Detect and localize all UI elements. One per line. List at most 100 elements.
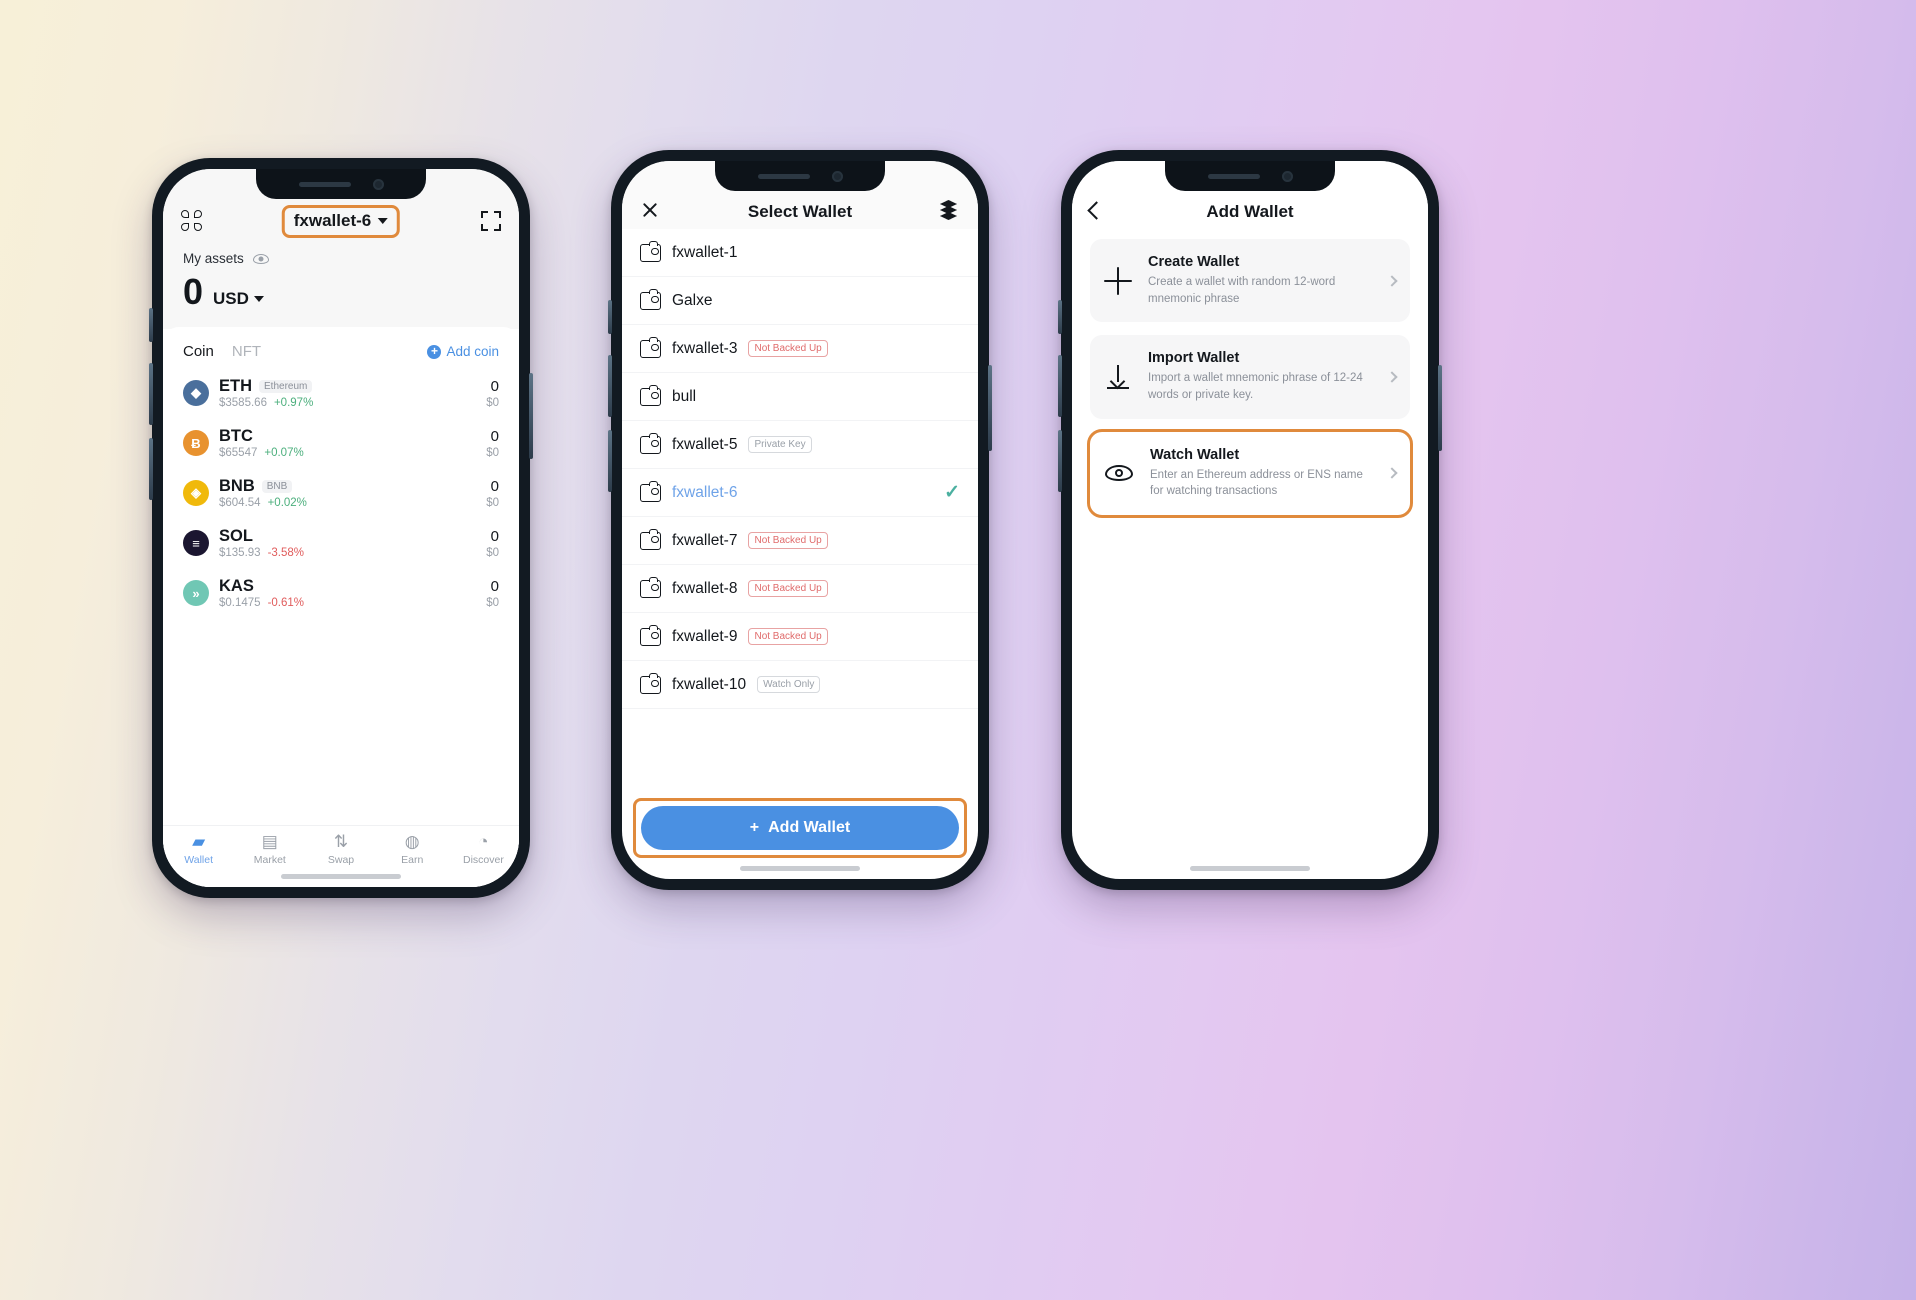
wallet-icon (640, 384, 661, 406)
nav-item-wallet[interactable]: ▰ Wallet (163, 833, 234, 887)
coin-info: KAS $0.1475 -0.61% (219, 577, 486, 609)
coin-logo-icon: ◆ (183, 380, 209, 406)
home-indicator (281, 874, 401, 879)
chevron-right-icon (1386, 371, 1398, 383)
coin-price: $65547 (219, 447, 258, 459)
wallet-list-item[interactable]: fxwallet-10 Watch Only (622, 661, 978, 709)
coin-list: ◆ ETH Ethereum $3585.66 +0.97% 0 $0 Ƀ BTC $65547 +… (163, 368, 519, 618)
wallet-list-item[interactable]: fxwallet-7 Not Backed Up (622, 517, 978, 565)
wallet-list-item[interactable]: fxwallet-8 Not Backed Up (622, 565, 978, 613)
coin-symbol: BNB (219, 477, 255, 495)
add-coin-label: Add coin (446, 344, 499, 359)
compass-icon: ◔ (478, 832, 489, 851)
screen-wallet-home: fxwallet-6 My assets 0 USD Coin NFT + Ad… (163, 169, 519, 887)
coin-logo-icon: Ƀ (183, 430, 209, 456)
coin-row[interactable]: Ƀ BTC $65547 +0.07% 0 $0 (163, 418, 519, 468)
wallet-icon: ▰ (192, 832, 206, 851)
wallet-list-item[interactable]: fxwallet-1 (622, 229, 978, 277)
coin-holdings: 0 $0 (486, 478, 499, 509)
option-title: Import Wallet (1148, 350, 1240, 367)
phone-notch (256, 169, 426, 199)
coin-row[interactable]: ≡ SOL $135.93 -3.58% 0 $0 (163, 518, 519, 568)
option-card-create-wallet[interactable]: Create Wallet Create a wallet with random… (1090, 239, 1410, 323)
coin-fiat-value: $0 (486, 396, 499, 409)
balance-row: 0 USD (163, 266, 519, 310)
coin-holdings: 0 $0 (486, 528, 499, 559)
wallet-tag: Not Backed Up (748, 340, 828, 357)
phone-side-button (149, 438, 153, 500)
phone-power-button (529, 373, 533, 459)
wallet-list-item[interactable]: fxwallet-3 Not Backed Up (622, 325, 978, 373)
assets-sheet: Coin NFT + Add coin ◆ ETH Ethereum $3585.66… (163, 327, 519, 887)
phone-mockup-add-wallet: Add Wallet Create Wallet Create a wallet … (1058, 150, 1442, 890)
coin-symbol: SOL (219, 527, 253, 545)
option-card-import-wallet[interactable]: Import Wallet Import a wallet mnemonic ph… (1090, 335, 1410, 419)
coin-symbol: BTC (219, 427, 253, 445)
notch-speaker (298, 181, 351, 187)
nav-label: Earn (401, 854, 424, 866)
coin-fiat-value: $0 (486, 546, 499, 559)
coin-amount: 0 (490, 577, 499, 595)
wallet-list-item[interactable]: fxwallet-9 Not Backed Up (622, 613, 978, 661)
wallet-name: fxwallet-1 (672, 243, 738, 261)
add-wallet-button[interactable]: + Add Wallet (641, 806, 959, 850)
nav-item-discover[interactable]: ◔ Discover (448, 833, 519, 887)
coin-fiat-value: $0 (486, 596, 499, 609)
chevron-right-icon (1386, 275, 1398, 287)
notch-camera (1281, 170, 1293, 182)
eye-icon[interactable] (252, 253, 269, 264)
wallet-name: fxwallet-3 (672, 339, 738, 357)
layers-icon[interactable] (938, 200, 960, 220)
wallet-list: fxwallet-1 Galxe fxwallet-3 Not Backed Up bu… (622, 229, 978, 709)
coin-logo-icon: » (183, 580, 209, 606)
my-assets-label: My assets (183, 251, 244, 266)
notch-camera (372, 178, 384, 190)
wallet-icon (640, 672, 661, 694)
wallet-name: fxwallet-10 (672, 675, 747, 693)
grid-menu-icon[interactable] (181, 210, 202, 231)
wallet-list-item[interactable]: fxwallet-5 Private Key (622, 421, 978, 469)
wallet-name-selector[interactable]: fxwallet-6 (281, 205, 401, 238)
coin-amount: 0 (490, 527, 499, 545)
coin-price: $3585.66 (219, 397, 267, 409)
coin-row[interactable]: » KAS $0.1475 -0.61% 0 $0 (163, 568, 519, 618)
asset-tabs: Coin NFT + Add coin (163, 327, 519, 368)
close-icon[interactable] (640, 200, 660, 220)
nav-label: Wallet (184, 854, 213, 866)
back-chevron-icon[interactable] (1087, 201, 1106, 220)
currency-selector[interactable]: USD (213, 289, 264, 309)
nav-label: Market (253, 854, 286, 866)
wallet-tag: Watch Only (757, 676, 821, 693)
home-indicator (740, 866, 860, 871)
coin-amount: 0 (490, 427, 499, 445)
add-wallet-options: Create Wallet Create a wallet with random… (1072, 229, 1428, 519)
phone-power-button (988, 365, 992, 451)
wallet-tag: Not Backed Up (748, 628, 828, 645)
coin-price-row: $65547 +0.07% (219, 447, 486, 459)
add-coin-button[interactable]: + Add coin (427, 344, 499, 359)
wallet-name: fxwallet-6 (672, 483, 738, 501)
wallet-icon (640, 624, 661, 646)
coin-symbol: KAS (219, 577, 254, 595)
tab-coin[interactable]: Coin (183, 343, 214, 360)
wallet-icon (640, 240, 661, 262)
coin-amount: 0 (490, 377, 499, 395)
coin-info: SOL $135.93 -3.58% (219, 527, 486, 559)
coin-price: $604.54 (219, 497, 261, 509)
coin-row[interactable]: ◆ ETH Ethereum $3585.66 +0.97% 0 $0 (163, 368, 519, 418)
coin-network-badge: BNB (261, 480, 293, 493)
coin-price: $135.93 (219, 547, 261, 559)
wallet-name: fxwallet-5 (672, 435, 738, 453)
phone-mockup-wallet-home: fxwallet-6 My assets 0 USD Coin NFT + Ad… (149, 158, 533, 898)
wallet-list-item[interactable]: bull (622, 373, 978, 421)
option-description: Create a wallet with random 12-word mnem… (1148, 276, 1336, 305)
wallet-list-item[interactable]: fxwallet-6 ✓ (622, 469, 978, 517)
wallet-list-item[interactable]: Galxe (622, 277, 978, 325)
scan-expand-icon[interactable] (481, 211, 501, 231)
tab-nft[interactable]: NFT (232, 343, 261, 360)
option-description: Enter an Ethereum address or ENS name fo… (1150, 468, 1363, 498)
coin-change: +0.97% (273, 397, 314, 409)
option-card-watch-wallet[interactable]: Watch Wallet Enter an Ethereum address or… (1087, 428, 1413, 519)
coin-row[interactable]: ◈ BNB BNB $604.54 +0.02% 0 $0 (163, 468, 519, 518)
option-description: Import a wallet mnemonic phrase of 12-24… (1148, 372, 1363, 402)
